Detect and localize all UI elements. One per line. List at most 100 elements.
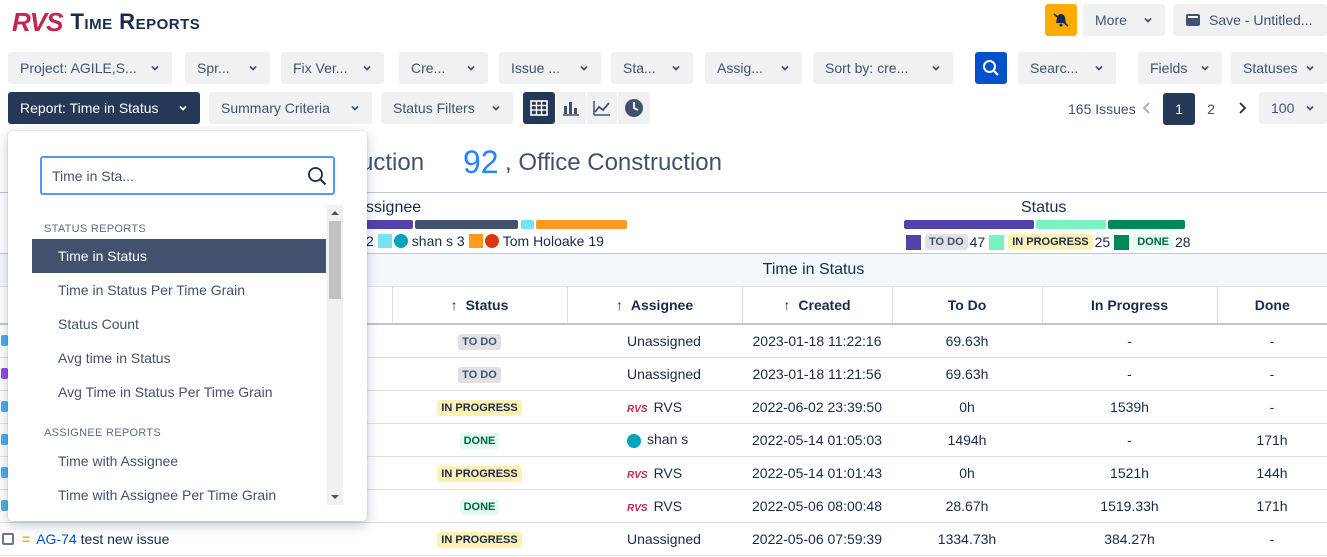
line-chart-view-button[interactable] — [587, 92, 617, 124]
menu-item-time-in-status-per-time-grain[interactable]: Time in Status Per Time Grain — [32, 273, 326, 307]
legend-count: 47 — [969, 234, 986, 250]
rvs-avatar-icon: RVS — [627, 502, 648, 514]
clock-icon — [625, 99, 643, 117]
status-filters-button[interactable]: Status Filters — [381, 92, 513, 124]
cell-done: 144h — [1217, 456, 1327, 490]
summary-criteria-label: Summary Criteria — [221, 100, 330, 116]
time-view-button[interactable] — [618, 92, 650, 124]
menu-item-status-count[interactable]: Status Count — [32, 307, 326, 341]
summary-criteria-button[interactable]: Summary Criteria — [209, 92, 372, 124]
menu-item-time-in-status[interactable]: Time in Status — [32, 239, 326, 273]
column-header-done[interactable]: Done — [1216, 287, 1327, 325]
filter-sprint[interactable]: Spr... — [185, 52, 270, 84]
filter-created[interactable]: Cre... — [399, 52, 488, 84]
cell-status: DONE — [392, 489, 567, 523]
table-row[interactable]: IN PROGRESS Unassigned 2022-05-06 07:59:39… — [0, 522, 1327, 556]
dropdown-search-field[interactable] — [40, 156, 335, 195]
scroll-down-icon[interactable] — [327, 491, 343, 503]
cell-created: 2022-05-14 01:01:43 — [742, 456, 892, 490]
page-2-button[interactable]: 2 — [1196, 93, 1226, 125]
last-row-issue: = AG-74 test new issue — [2, 530, 169, 548]
legend-swatch — [1114, 234, 1130, 250]
report-type-dropdown[interactable]: STATUS REPORTS Time in Status Time in St… — [8, 131, 367, 521]
cell-status: TO DO — [392, 324, 567, 358]
scroll-up-icon[interactable] — [327, 207, 343, 219]
column-header-todo[interactable]: To Do — [891, 287, 1042, 325]
cell-assignee: RVS RVS — [567, 456, 742, 490]
status-summary-title: Status — [1021, 199, 1067, 216]
table-view-button[interactable] — [523, 92, 555, 124]
status-legend: TO DO 47 IN PROGRESS 25 DONE 28 — [906, 233, 1191, 251]
more-label: More — [1095, 12, 1127, 28]
next-page-button[interactable] — [1233, 96, 1251, 120]
filter-label: Issue ... — [511, 60, 561, 76]
status-filters-label: Status Filters — [393, 100, 475, 116]
filter-fix-version[interactable]: Fix Ver... — [281, 52, 384, 84]
statuses-label: Statuses — [1243, 60, 1298, 76]
legend-count: 28 — [1174, 234, 1191, 250]
fields-label: Fields — [1150, 60, 1188, 76]
cell-in-progress: 1521h — [1042, 456, 1217, 490]
column-header-in-progress[interactable]: In Progress — [1041, 287, 1217, 325]
column-header-status[interactable]: ↑ Status — [391, 287, 567, 325]
per-page-select[interactable]: 100 — [1259, 92, 1327, 124]
cell-created: 2022-05-06 07:59:39 — [742, 522, 892, 556]
bar-chart-view-button[interactable] — [556, 92, 586, 124]
app-logo: RVS Time Reports — [12, 4, 200, 40]
menu-item-time-with-assignee-per-time-grain[interactable]: Time with Assignee Per Time Grain — [32, 478, 326, 505]
rvs-avatar-icon: RVS — [627, 403, 648, 415]
menu-item-label: Time with Assignee — [58, 453, 179, 469]
assignee-name: RVS — [653, 497, 683, 514]
more-button[interactable]: More — [1083, 4, 1165, 36]
dropdown-scrollbar[interactable] — [327, 205, 343, 505]
menu-item-label: Time in Status — [58, 248, 147, 264]
filter-project[interactable]: Project: AGILE,S... — [8, 52, 172, 84]
search-icon[interactable] — [307, 166, 327, 186]
chevron-down-icon — [580, 65, 588, 71]
sort-by[interactable]: Sort by: cre... — [813, 52, 953, 84]
statuses-button[interactable]: Statuses — [1231, 52, 1327, 84]
row-icon — [1, 368, 8, 379]
cell-done: 171h — [1217, 489, 1327, 523]
assignee-name: RVS — [653, 464, 683, 481]
issue-key-link[interactable]: AG-74 — [36, 531, 76, 547]
issue-summary: test new issue — [80, 531, 170, 547]
menu-item-avg-time-in-status-per-time-grain[interactable]: Avg Time in Status Per Time Grain — [32, 375, 326, 409]
cell-assignee: Unassigned — [567, 522, 742, 556]
filter-label: Project: AGILE,S... — [20, 60, 137, 76]
cell-in-progress: 1519.33h — [1042, 489, 1217, 523]
report-button[interactable]: Report: Time in Status — [8, 92, 200, 124]
search-filter[interactable]: Searc... — [1018, 52, 1116, 84]
chevron-down-icon — [351, 105, 359, 111]
column-header-assignee[interactable]: ↑ Assignee — [566, 287, 742, 325]
filter-status[interactable]: Sta... — [611, 52, 693, 84]
fields-button[interactable]: Fields — [1138, 52, 1222, 84]
filter-label: Sort by: cre... — [825, 60, 909, 76]
row-icon — [1, 467, 8, 478]
column-label: To Do — [947, 297, 987, 313]
page-number: 2 — [1207, 101, 1215, 117]
menu-item-avg-time-in-status[interactable]: Avg time in Status — [32, 341, 326, 375]
notification-button[interactable] — [1045, 4, 1077, 36]
dropdown-list[interactable]: STATUS REPORTS Time in Status Time in St… — [8, 205, 367, 505]
page-1-button[interactable]: 1 — [1163, 93, 1195, 125]
cell-assignee: RVS RVS — [567, 489, 742, 523]
search-button[interactable] — [975, 52, 1007, 84]
row-icon — [1, 335, 8, 346]
chevron-down-icon — [249, 65, 257, 71]
dropdown-search-input[interactable] — [52, 166, 292, 186]
filter-issue-type[interactable]: Issue ... — [499, 52, 601, 84]
filter-assignee[interactable]: Assig... — [705, 52, 802, 84]
legend-text: shan s 3 — [411, 233, 465, 249]
menu-item-label: Avg Time in Status Per Time Grain — [58, 384, 273, 400]
cell-status: DONE — [392, 423, 567, 457]
cell-in-progress: - — [1042, 324, 1217, 358]
cell-in-progress: - — [1042, 357, 1217, 391]
scrollbar-thumb[interactable] — [329, 221, 341, 299]
status-badge: TO DO — [458, 366, 501, 383]
save-button[interactable]: Save - Untitled... — [1173, 4, 1327, 36]
cell-done: 171h — [1217, 423, 1327, 457]
column-header-created[interactable]: ↑ Created — [741, 287, 892, 325]
menu-item-time-with-assignee[interactable]: Time with Assignee — [32, 444, 326, 478]
prev-page-button[interactable] — [1139, 96, 1155, 120]
